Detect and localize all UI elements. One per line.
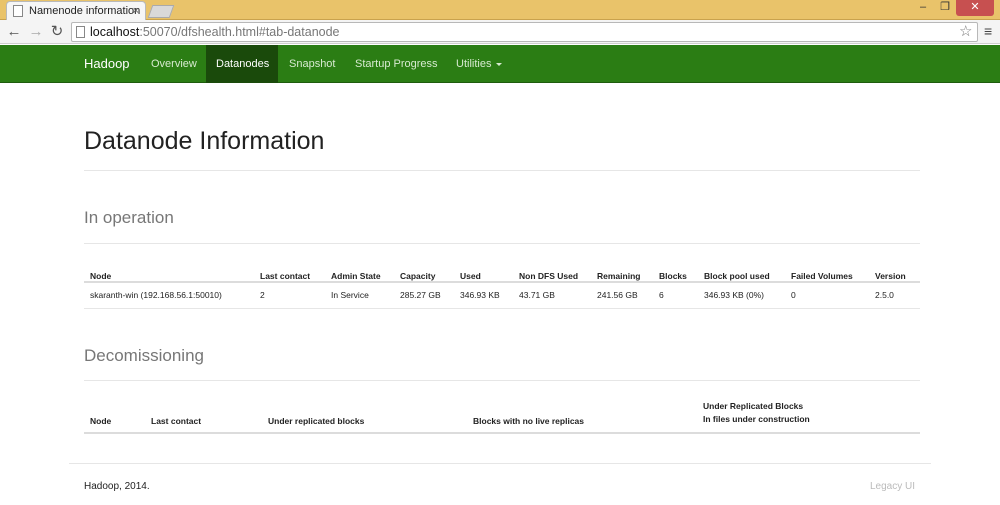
nav-utilities[interactable]: Utilities	[446, 45, 512, 83]
node-cell: skaranth-win (192.168.56.1:50010)	[84, 282, 254, 309]
column-header: Under replicated blocks	[262, 400, 467, 434]
close-window-button[interactable]: ✕	[956, 0, 994, 16]
nav-overview[interactable]: Overview	[141, 45, 207, 83]
nav-snapshot[interactable]: Snapshot	[279, 45, 345, 83]
page-icon	[76, 26, 85, 38]
column-header: Block pool used	[698, 262, 785, 283]
column-header: Last contact	[254, 262, 325, 283]
new-tab-button[interactable]	[147, 5, 175, 18]
maximize-button[interactable]: ❐	[934, 0, 956, 16]
column-header: Node	[84, 400, 145, 434]
column-header-line: Under Replicated Blocks	[703, 401, 804, 411]
admin-state-cell: In Service	[325, 282, 394, 309]
column-header-line: In files under construction	[703, 414, 810, 424]
tab-title: Namenode information	[29, 5, 141, 17]
in-operation-heading: In operation	[84, 208, 174, 227]
nav-startup-progress[interactable]: Startup Progress	[345, 45, 448, 83]
close-tab-icon[interactable]: ×	[133, 5, 139, 17]
failed-volumes-cell: 0	[785, 282, 869, 309]
in-operation-table: Node Last contact Admin State Capacity U…	[84, 262, 920, 309]
capacity-cell: 285.27 GB	[394, 282, 454, 309]
browser-tab[interactable]: Namenode information ×	[6, 1, 146, 20]
column-header: Under Replicated Blocks In files under c…	[697, 400, 920, 434]
page-icon	[13, 5, 23, 17]
legacy-ui-link[interactable]: Legacy UI	[870, 481, 915, 492]
forward-arrow-icon[interactable]: →	[26, 22, 46, 42]
column-header: Node	[84, 262, 254, 283]
footer-copyright: Hadoop, 2014.	[84, 481, 150, 492]
remaining-cell: 241.56 GB	[591, 282, 653, 309]
nav-utilities-label: Utilities	[456, 58, 492, 70]
non-dfs-used-cell: 43.71 GB	[513, 282, 591, 309]
footer-divider	[69, 463, 931, 464]
minimize-button[interactable]: –	[912, 0, 934, 16]
browser-toolbar: ← → ↻ localhost:50070/dfshealth.html#tab…	[0, 20, 1000, 44]
column-header: Version	[869, 262, 920, 283]
table-header-row: Node Last contact Under replicated block…	[84, 400, 920, 434]
column-header: Capacity	[394, 262, 454, 283]
bookmark-star-icon[interactable]: ☆	[959, 22, 972, 40]
table-header-row: Node Last contact Admin State Capacity U…	[84, 262, 920, 283]
decommissioning-heading: Decomissioning	[84, 346, 204, 365]
browser-menu-icon[interactable]: ≡	[984, 23, 992, 39]
back-arrow-icon[interactable]: ←	[4, 22, 24, 42]
url-host: localhost	[90, 25, 140, 39]
last-contact-cell: 2	[254, 282, 325, 309]
decommissioning-divider	[84, 380, 920, 381]
in-operation-divider	[84, 243, 920, 244]
column-header: Blocks	[653, 262, 698, 283]
used-cell: 346.93 KB	[454, 282, 513, 309]
navbar-brand[interactable]: Hadoop	[84, 45, 130, 83]
column-header: Used	[454, 262, 513, 283]
column-header: Remaining	[591, 262, 653, 283]
hadoop-navbar: Hadoop Overview Datanodes Snapshot Start…	[0, 45, 1000, 83]
nav-datanodes[interactable]: Datanodes	[206, 45, 278, 83]
table-row: skaranth-win (192.168.56.1:50010) 2 In S…	[84, 282, 920, 309]
url-path: :50070/dfshealth.html#tab-datanode	[139, 25, 340, 39]
address-bar[interactable]: localhost:50070/dfshealth.html#tab-datan…	[71, 22, 978, 42]
title-divider	[84, 170, 920, 171]
blocks-cell: 6	[653, 282, 698, 309]
decommissioning-table: Node Last contact Under replicated block…	[84, 400, 920, 434]
window-controls: – ❐ ✕	[912, 0, 994, 16]
reload-icon[interactable]: ↻	[47, 22, 67, 42]
page-title: Datanode Information	[84, 127, 325, 155]
column-header: Last contact	[145, 400, 262, 434]
column-header: Non DFS Used	[513, 262, 591, 283]
column-header: Failed Volumes	[785, 262, 869, 283]
browser-titlebar: Namenode information × – ❐ ✕	[0, 0, 1000, 20]
version-cell: 2.5.0	[869, 282, 920, 309]
column-header: Admin State	[325, 262, 394, 283]
column-header: Blocks with no live replicas	[467, 400, 697, 434]
chevron-down-icon	[496, 62, 503, 66]
block-pool-used-cell: 346.93 KB (0%)	[698, 282, 785, 309]
